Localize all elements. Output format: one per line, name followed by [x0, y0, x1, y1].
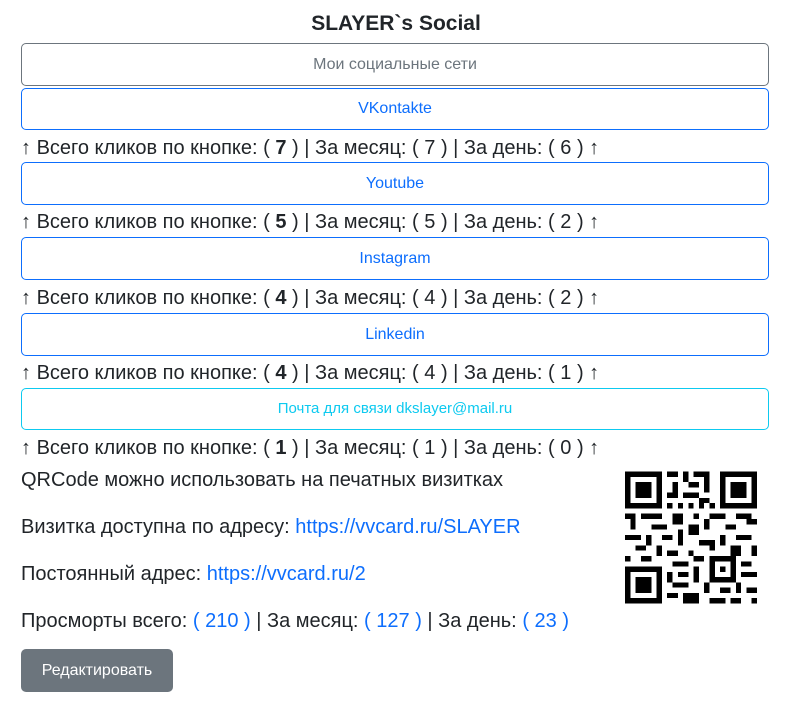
instagram-button[interactable]: Instagram: [21, 237, 769, 280]
qr-note: QRCode можно использовать на печатных ви…: [21, 469, 504, 491]
page-title: SLAYER`s Social: [311, 12, 481, 35]
linkedin-click-stats: ↑ Всего кликов по кнопке: ( 4 ) | За мес…: [21, 362, 600, 384]
views-stats-line: Просморты всего: ( 210 ) | За месяц: ( 1…: [21, 610, 569, 632]
total-clicks-value: 1: [275, 437, 293, 459]
permanent-url-link[interactable]: https://vvcard.ru/2: [207, 563, 366, 585]
email-click-stats: ↑ Всего кликов по кнопке: ( 1 ) | За мес…: [21, 437, 600, 459]
arrow-up-icon: ↑: [21, 211, 37, 233]
card-url-link[interactable]: https://vvcard.ru/SLAYER: [295, 516, 520, 538]
day-clicks-value: 0: [560, 437, 577, 459]
my-social-networks-button[interactable]: Мои социальные сети: [21, 43, 769, 86]
arrow-up-icon: ↑: [21, 287, 37, 309]
arrow-up-icon: ↑: [589, 287, 600, 309]
day-clicks-value: 6: [560, 137, 577, 159]
arrow-up-icon: ↑: [21, 362, 37, 384]
day-clicks-value: 2: [560, 211, 577, 233]
views-day-value[interactable]: ( 23 ): [522, 610, 569, 632]
arrow-up-icon: ↑: [589, 362, 600, 384]
instagram-click-stats: ↑ Всего кликов по кнопке: ( 4 ) | За мес…: [21, 287, 600, 309]
month-clicks-value: 1: [424, 437, 441, 459]
month-clicks-value: 4: [424, 362, 441, 384]
total-clicks-value: 7: [275, 137, 293, 159]
vkontakte-button[interactable]: VKontakte: [21, 88, 769, 130]
total-clicks-value: 4: [275, 362, 293, 384]
total-clicks-value: 5: [275, 211, 293, 233]
total-clicks-value: 4: [275, 287, 293, 309]
arrow-up-icon: ↑: [589, 211, 600, 233]
permanent-address-line: Постоянный адрес: https://vvcard.ru/2: [21, 563, 366, 585]
linkedin-button[interactable]: Linkedin: [21, 313, 769, 356]
email-contact-button[interactable]: Почта для связи dkslayer@mail.ru: [21, 388, 769, 430]
edit-button[interactable]: Редактировать: [21, 649, 173, 692]
vkontakte-click-stats: ↑ Всего кликов по кнопке: ( 7 ) | За мес…: [21, 137, 600, 159]
month-clicks-value: 4: [424, 287, 441, 309]
arrow-up-icon: ↑: [589, 437, 600, 459]
day-clicks-value: 1: [560, 362, 577, 384]
arrow-up-icon: ↑: [21, 137, 37, 159]
views-total-value[interactable]: ( 210 ): [193, 610, 251, 632]
month-clicks-value: 7: [424, 137, 441, 159]
card-address-line: Визитка доступна по адресу: https://vvca…: [21, 516, 521, 538]
qr-code-image: [625, 471, 757, 604]
youtube-click-stats: ↑ Всего кликов по кнопке: ( 5 ) | За мес…: [21, 211, 600, 233]
arrow-up-icon: ↑: [21, 437, 37, 459]
arrow-up-icon: ↑: [589, 137, 600, 159]
views-month-value[interactable]: ( 127 ): [364, 610, 422, 632]
month-clicks-value: 5: [424, 211, 441, 233]
day-clicks-value: 2: [560, 287, 577, 309]
youtube-button[interactable]: Youtube: [21, 162, 769, 205]
